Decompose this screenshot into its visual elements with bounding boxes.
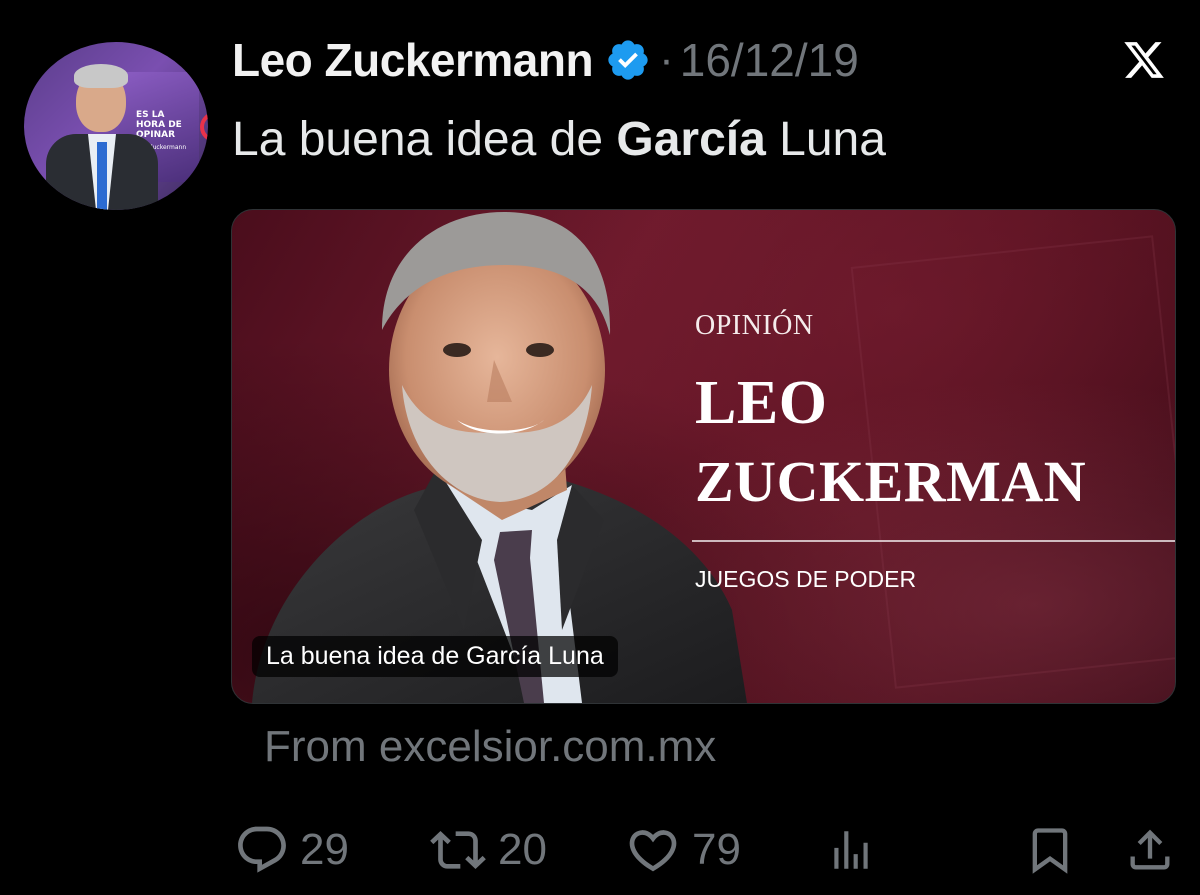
tweet-text-bold: García	[616, 113, 766, 166]
tweet-text-part-3: Luna	[765, 113, 886, 166]
reply-button[interactable]: 29	[234, 818, 349, 882]
card-section-title: JUEGOS DE PODER	[695, 566, 917, 592]
card-caption: La buena idea de García Luna	[252, 636, 618, 677]
like-button[interactable]: 79	[624, 818, 741, 882]
bookmark-button[interactable]	[1024, 818, 1076, 882]
tweet-text-part-1: La buena idea de	[232, 113, 617, 166]
card-source-link[interactable]: From excelsior.com.mx	[264, 722, 716, 772]
avatar-hair	[74, 64, 128, 88]
tweet-header: Leo Zuckermann · 16/12/19	[232, 30, 859, 90]
reply-count: 29	[300, 825, 349, 874]
x-logo-icon[interactable]	[1118, 38, 1170, 82]
tweet-text: La buena idea de García Luna	[232, 112, 886, 167]
avatar-tie	[97, 142, 107, 210]
link-preview-card[interactable]: OPINIÓN LEO ZUCKERMAN JUEGOS DE PODER La…	[231, 209, 1176, 704]
card-columnist-last-name: ZUCKERMAN	[695, 449, 1087, 514]
card-opinion-label: OPINIÓN	[695, 310, 814, 341]
share-button[interactable]	[1124, 818, 1176, 882]
tweet-action-bar: 29 20 79	[0, 818, 1200, 882]
heart-icon	[629, 830, 677, 872]
avatar-logo-ring	[200, 112, 208, 142]
like-count: 79	[692, 825, 741, 874]
verified-badge-icon	[608, 40, 648, 80]
avatar-show-title-text: ES LA HORA DE OPINAR	[136, 110, 182, 140]
retweet-count: 20	[498, 825, 547, 874]
header-separator: ·	[659, 35, 674, 84]
card-columnist-first-name: LEO	[695, 369, 828, 437]
share-upload-icon	[1130, 829, 1170, 870]
bookmark-icon	[1032, 828, 1068, 874]
card-divider	[692, 540, 1175, 542]
bar-chart-icon	[834, 831, 868, 869]
speech-bubble-icon	[238, 826, 286, 873]
views-button[interactable]	[826, 818, 876, 882]
tweet-date[interactable]: 16/12/19	[680, 33, 859, 87]
author-name[interactable]: Leo Zuckermann	[232, 33, 594, 87]
retweet-arrows-icon	[430, 831, 486, 869]
retweet-button[interactable]: 20	[428, 818, 547, 882]
author-avatar[interactable]: ES LA HORA DE OPINAR Leo Zuckermann	[24, 42, 208, 210]
